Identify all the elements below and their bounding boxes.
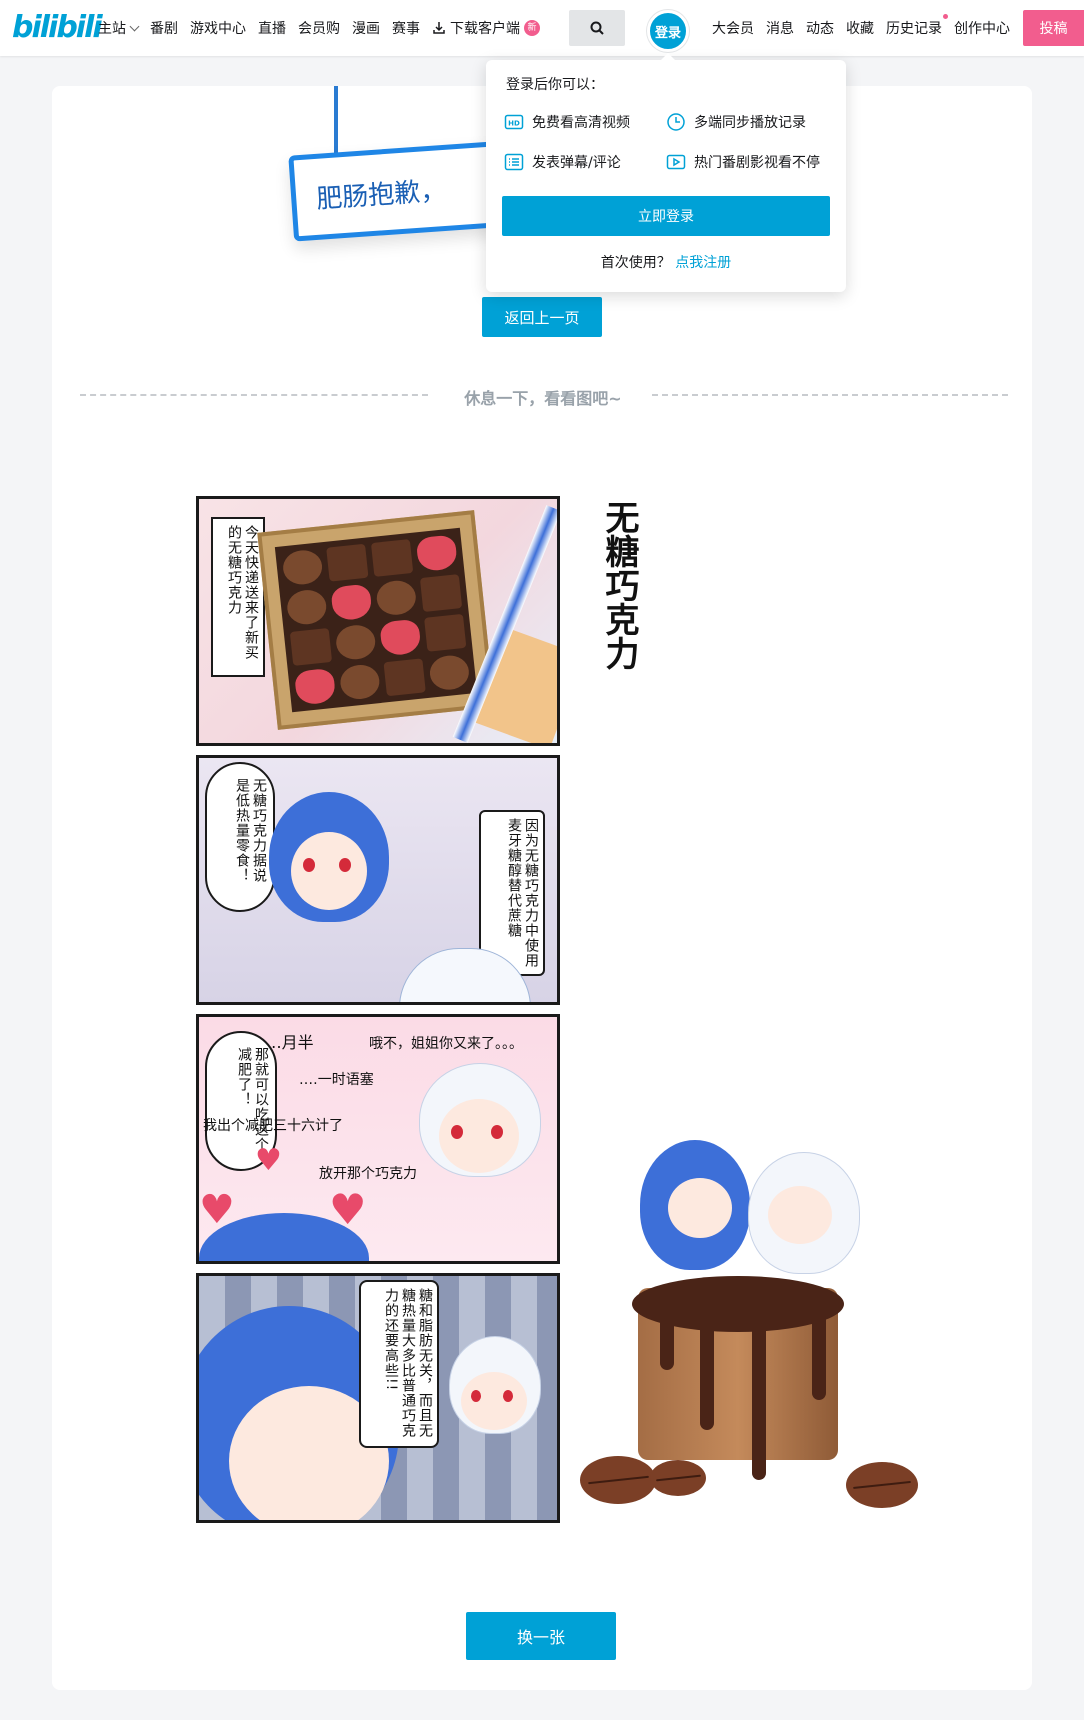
nav-messages[interactable]: 消息 [766,18,794,38]
divider-line-left [80,394,428,396]
coffee-bean [650,1460,706,1496]
clock-icon [667,113,685,131]
popup-title: 登录后你可以： [506,77,604,93]
nav-left: 主站 番剧 游戏中心 直播 会员购 漫画 赛事 下载客户端 新 [98,0,552,56]
comic-title: 无糖巧克力 [599,500,639,670]
nav-manga[interactable]: 漫画 [352,18,380,38]
download-label: 下载客户端 [450,21,520,37]
coffee-bean [846,1462,918,1508]
perk-hd-video: HD 免费看高清视频 [504,112,630,132]
comic-panel-2: 无糖巧克力据说是低热量零食！ 因为无糖巧克力中使用麦牙糖醇替代蔗糖 [196,755,560,1005]
nav-anime[interactable]: 番剧 [150,18,178,38]
perk-anime: 热门番剧影视看不停 [666,152,820,172]
nav-game-center[interactable]: 游戏中心 [190,18,246,38]
caption-box: 今天快递送来了新买的无糖巧克力 [211,517,265,677]
speech-bubble: 无糖巧克力据说是低热量零食！ [205,762,275,912]
new-badge: 新 [524,20,540,36]
caption-text: 哦不，姐姐你又来了。。。 [369,1036,523,1052]
search-icon [590,21,604,35]
perk-label: 免费看高清视频 [532,115,630,131]
upload-button[interactable]: 投稿 [1023,10,1084,46]
nav-right: 大会员 消息 动态 收藏 历史记录 创作中心 [712,0,1022,56]
nav-history-label: 历史记录 [886,21,942,37]
nav-download-client[interactable]: 下载客户端 新 [432,18,540,38]
search-button[interactable] [569,10,625,46]
nav-vip[interactable]: 大会员 [712,18,754,38]
perk-label: 多端同步播放记录 [694,115,806,131]
popup-arrow [660,53,676,61]
comic-panel-1: 今天快递送来了新买的无糖巧克力 [196,496,560,746]
character-33-face [461,1372,527,1430]
svg-text:HD: HD [508,120,520,128]
hd-icon: HD [504,114,524,130]
nav-main-site[interactable]: 主站 [98,18,140,38]
nav-history[interactable]: 历史记录 [886,14,948,38]
divider-line-right [652,394,1008,396]
register-prompt: 首次使用？ 点我注册 [486,252,846,272]
error-sign: 肥肠抱歉， [288,140,514,242]
register-link[interactable]: 点我注册 [675,255,731,271]
top-header: bilibili 主站 番剧 游戏中心 直播 会员购 漫画 赛事 下载客户端 新… [0,0,1084,56]
nav-dynamics[interactable]: 动态 [806,18,834,38]
login-now-button[interactable]: 立即登录 [502,196,830,236]
first-use-text: 首次使用？ [600,255,671,271]
download-icon [433,22,445,34]
caption-text: 放开那个巧克力 [319,1166,417,1182]
perk-comments: 发表弹幕/评论 [504,152,621,172]
nav-esports[interactable]: 赛事 [392,18,420,38]
bilibili-logo[interactable]: bilibili [12,10,103,45]
play-icon [666,154,686,170]
perk-label: 发表弹幕/评论 [532,155,621,171]
nav-member-shop[interactable]: 会员购 [298,18,340,38]
chevron-down-icon [129,21,140,31]
swap-image-button[interactable]: 换一张 [466,1612,616,1660]
nav-live[interactable]: 直播 [258,18,286,38]
notification-dot [943,14,948,19]
heart-decoration: ♥ [255,1143,282,1178]
login-popup: 登录后你可以： HD 免费看高清视频 多端同步播放记录 发表弹幕/评论 热门番剧… [486,60,846,292]
list-icon [504,153,524,171]
caption-text: 我出个减肥三十六计了 [203,1118,343,1134]
nav-main-site-label: 主站 [98,21,126,37]
back-button[interactable]: 返回上一页 [482,297,602,337]
nav-creator-center[interactable]: 创作中心 [954,18,1010,38]
caption-text: ‥‥一时语塞 [299,1072,374,1088]
perk-label: 热门番剧影视看不停 [694,155,820,171]
perk-sync-history: 多端同步播放记录 [666,112,806,132]
chocolate-box-illustration [257,510,495,730]
nav-favorites[interactable]: 收藏 [846,18,874,38]
comic-panel-3: 那就可以吃这个减肥了！ ‥月半 哦不，姐姐你又来了。。。 ‥‥一时语塞 我出个减… [196,1014,560,1264]
caption-box: 糖和脂肪无关，而且无糖热量大多比普通巧克力的还要高些!! [359,1280,439,1448]
caption-text: ‥月半 [271,1033,314,1052]
login-avatar-button[interactable]: 登录 [647,10,689,52]
divider-text: 休息一下，看看图吧~ [464,389,622,408]
comic-panel-4: 糖和脂肪无关，而且无糖热量大多比普通巧克力的还要高些!! [196,1273,560,1523]
character-22-face [291,832,367,910]
coffee-bean [580,1456,656,1504]
character-33-face [439,1099,519,1173]
